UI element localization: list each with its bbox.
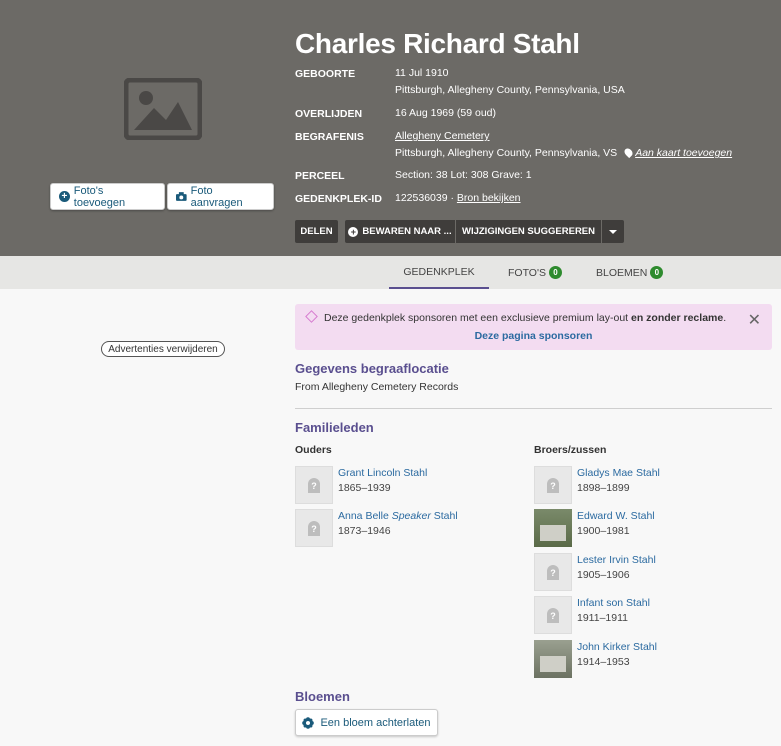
memorial-id-label: GEDENKPLEK-ID: [295, 193, 382, 205]
add-photos-button[interactable]: + Foto's toevoegen: [50, 183, 165, 210]
plus-circle-icon: +: [348, 226, 359, 237]
member-dates: 1898–1899: [577, 482, 630, 494]
grave-placeholder-icon: ?: [534, 553, 572, 591]
flower-icon: [302, 716, 315, 729]
camera-icon: [176, 192, 187, 201]
burial-details-title: Gegevens begraaflocatie: [295, 361, 449, 376]
add-to-map-link[interactable]: Aan kaart toevoegen: [635, 147, 732, 159]
burial-place: Pittsburgh, Allegheny County, Pennsylvan…: [395, 147, 618, 159]
plus-circle-icon: +: [59, 191, 70, 202]
name-nickname: Speaker: [391, 510, 431, 522]
tab-memorial[interactable]: GEDENKPLEK: [389, 256, 489, 289]
grave-placeholder-icon: ?: [534, 596, 572, 634]
grave-photo: [534, 509, 572, 547]
plot-label: PERCEEL: [295, 170, 345, 182]
member-dates: 1865–1939: [338, 482, 391, 494]
birth-value: 11 Jul 1910 Pittsburgh, Allegheny County…: [395, 65, 625, 99]
request-photo-label: Foto aanvragen: [190, 184, 243, 209]
sponsor-text: Deze gedenkplek sponsoren met een exclus…: [305, 310, 727, 324]
birth-place: Pittsburgh, Allegheny County, Pennsylvan…: [395, 84, 625, 96]
flowers-count-badge: 0: [650, 266, 664, 279]
plot-value: Section: 38 Lot: 308 Grave: 1: [395, 169, 532, 181]
member-name[interactable]: Grant Lincoln Stahl: [338, 467, 427, 479]
tab-photos-label: FOTO'S: [508, 266, 546, 279]
birth-label: GEBOORTE: [295, 68, 356, 80]
leave-flower-label: Een bloem achterlaten: [320, 716, 431, 729]
grave-placeholder-icon: ?: [534, 466, 572, 504]
member-dates: 1905–1906: [577, 569, 630, 581]
save-to-label: BEWAREN NAAR ...: [362, 226, 452, 237]
birth-date: 11 Jul 1910: [395, 67, 449, 79]
memorial-tabs: GEDENKPLEK FOTO'S 0 BLOEMEN 0: [0, 256, 781, 289]
share-button[interactable]: DELEN: [295, 220, 338, 243]
tab-photos[interactable]: FOTO'S 0: [508, 256, 562, 289]
memorial-header: + Foto's toevoegen Foto aanvragen Charle…: [0, 0, 781, 256]
member-dates: 1914–1953: [577, 656, 630, 668]
family-title: Familieleden: [295, 420, 374, 435]
grave-photo: [534, 640, 572, 678]
request-photo-button[interactable]: Foto aanvragen: [167, 183, 274, 210]
member-name[interactable]: Lester Irvin Stahl: [577, 554, 656, 566]
sponsor-text-bold: en zonder reclame: [631, 312, 724, 324]
memorial-name: Charles Richard Stahl: [295, 28, 580, 59]
add-photos-label: Foto's toevoegen: [73, 184, 126, 209]
sponsor-page-link[interactable]: Deze pagina sponsoren: [295, 330, 772, 342]
flowers-title: Bloemen: [295, 689, 350, 704]
death-label: OVERLIJDEN: [295, 108, 363, 120]
memorial-id-value: 122536039 · Bron bekijken: [395, 190, 521, 207]
member-name[interactable]: John Kirker Stahl: [577, 641, 657, 653]
member-name[interactable]: Edward W. Stahl: [577, 510, 655, 522]
member-dates: 1911–1911: [577, 612, 628, 624]
siblings-title: Broers/zussen: [534, 444, 607, 456]
memorial-id: 122536039 ·: [395, 192, 454, 204]
close-icon[interactable]: ✕: [748, 310, 761, 330]
grave-placeholder-icon: ?: [295, 466, 333, 504]
leave-flower-button[interactable]: Een bloem achterlaten: [295, 709, 438, 736]
member-dates: 1900–1981: [577, 525, 630, 537]
burial-details-text: From Allegheny Cemetery Records: [295, 381, 459, 393]
burial-label: BEGRAFENIS: [295, 131, 364, 143]
member-dates: 1873–1946: [338, 525, 391, 537]
name-part: Anna Belle: [338, 510, 392, 522]
more-actions-button[interactable]: [602, 220, 624, 243]
sponsor-text-2: .: [723, 312, 727, 324]
divider: [295, 408, 772, 409]
death-date: 16 Aug 1969 (59 oud): [395, 107, 497, 119]
tab-flowers-label: BLOEMEN: [596, 266, 648, 279]
member-name[interactable]: Gladys Mae Stahl: [577, 467, 660, 479]
parents-title: Ouders: [295, 444, 332, 456]
sponsor-banner: Deze gedenkplek sponsoren met een exclus…: [295, 304, 772, 350]
diamond-icon: [305, 310, 318, 323]
name-part: Stahl: [430, 510, 458, 522]
member-name[interactable]: Anna Belle Speaker Stahl: [338, 510, 458, 522]
suggest-edits-button[interactable]: WIJZIGINGEN SUGGEREREN: [456, 220, 601, 243]
sponsor-text-1: Deze gedenkplek sponsoren met een exclus…: [324, 312, 631, 324]
image-placeholder-icon: [124, 78, 202, 140]
burial-value: Allegheny Cemetery Pittsburgh, Allegheny…: [395, 128, 732, 162]
grave-placeholder-icon: ?: [295, 509, 333, 547]
map-pin-icon: [623, 146, 635, 159]
caret-down-icon: [609, 229, 617, 234]
view-source-link[interactable]: Bron bekijken: [457, 192, 521, 204]
cemetery-link[interactable]: Allegheny Cemetery: [395, 130, 490, 142]
photos-count-badge: 0: [548, 266, 562, 279]
remove-ads-button[interactable]: Advertenties verwijderen: [101, 341, 225, 357]
member-name[interactable]: Infant son Stahl: [577, 597, 650, 609]
tab-flowers[interactable]: BLOEMEN 0: [596, 256, 664, 289]
save-to-button[interactable]: + BEWAREN NAAR ...: [345, 220, 455, 243]
